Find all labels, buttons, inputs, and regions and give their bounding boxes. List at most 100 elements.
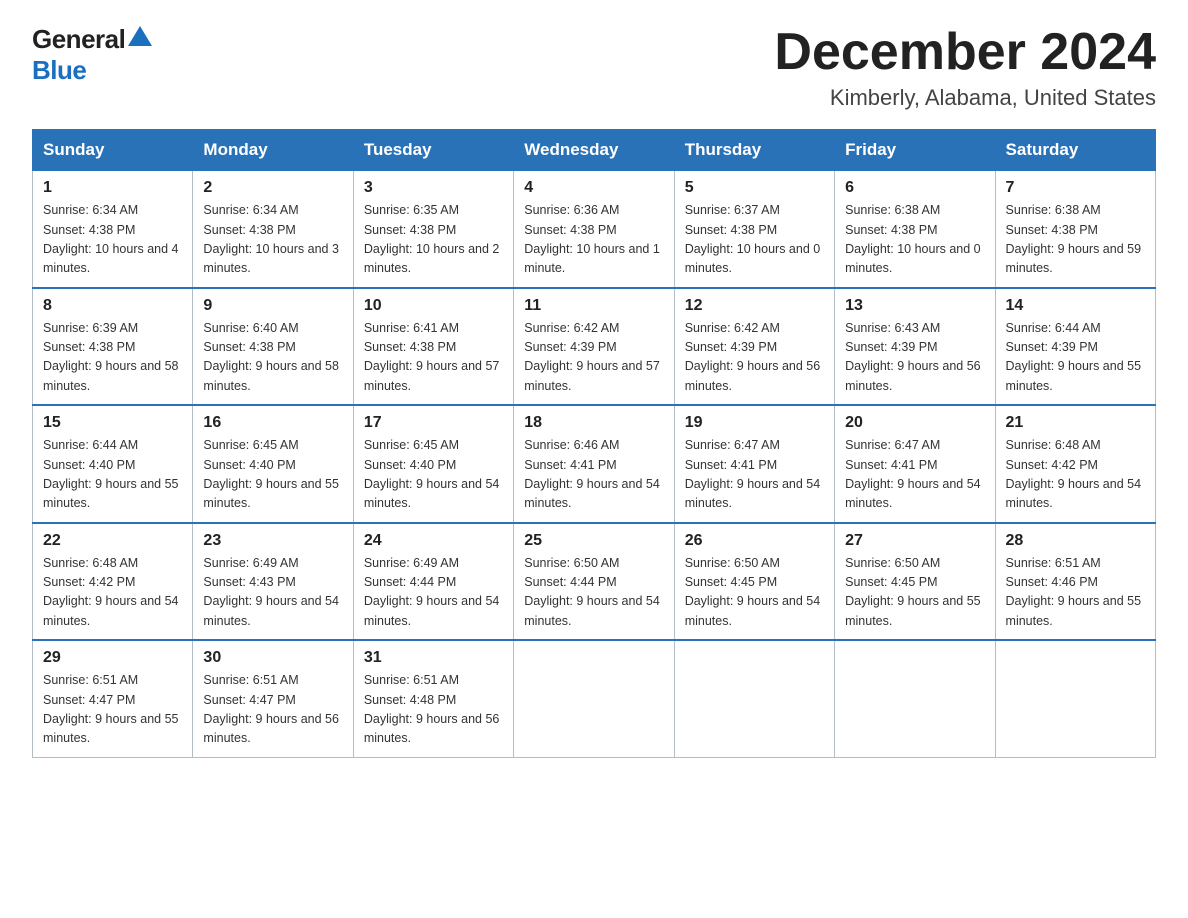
day-number: 24 [364,532,503,550]
day-number: 5 [685,179,824,197]
day-info: Sunrise: 6:38 AMSunset: 4:38 PMDaylight:… [1006,201,1145,279]
day-number: 16 [203,414,342,432]
calendar-cell: 21 Sunrise: 6:48 AMSunset: 4:42 PMDaylig… [995,405,1155,523]
day-number: 1 [43,179,182,197]
day-number: 30 [203,649,342,667]
day-info: Sunrise: 6:51 AMSunset: 4:47 PMDaylight:… [203,671,342,749]
calendar-week-row: 29 Sunrise: 6:51 AMSunset: 4:47 PMDaylig… [33,640,1156,757]
logo-triangle-icon [128,26,152,46]
day-info: Sunrise: 6:47 AMSunset: 4:41 PMDaylight:… [845,436,984,514]
calendar-cell: 29 Sunrise: 6:51 AMSunset: 4:47 PMDaylig… [33,640,193,757]
day-info: Sunrise: 6:43 AMSunset: 4:39 PMDaylight:… [845,319,984,397]
day-info: Sunrise: 6:34 AMSunset: 4:38 PMDaylight:… [203,201,342,279]
calendar-cell: 17 Sunrise: 6:45 AMSunset: 4:40 PMDaylig… [353,405,513,523]
calendar-title: December 2024 [774,24,1156,81]
day-number: 20 [845,414,984,432]
day-info: Sunrise: 6:44 AMSunset: 4:39 PMDaylight:… [1006,319,1145,397]
day-number: 14 [1006,297,1145,315]
calendar-week-row: 1 Sunrise: 6:34 AMSunset: 4:38 PMDayligh… [33,171,1156,288]
day-number: 25 [524,532,663,550]
calendar-cell: 26 Sunrise: 6:50 AMSunset: 4:45 PMDaylig… [674,523,834,641]
calendar-cell: 19 Sunrise: 6:47 AMSunset: 4:41 PMDaylig… [674,405,834,523]
day-info: Sunrise: 6:41 AMSunset: 4:38 PMDaylight:… [364,319,503,397]
weekday-header-row: SundayMondayTuesdayWednesdayThursdayFrid… [33,130,1156,171]
day-number: 19 [685,414,824,432]
day-info: Sunrise: 6:49 AMSunset: 4:43 PMDaylight:… [203,554,342,632]
day-number: 21 [1006,414,1145,432]
calendar-cell: 27 Sunrise: 6:50 AMSunset: 4:45 PMDaylig… [835,523,995,641]
calendar-cell: 23 Sunrise: 6:49 AMSunset: 4:43 PMDaylig… [193,523,353,641]
calendar-cell [514,640,674,757]
calendar-cell: 1 Sunrise: 6:34 AMSunset: 4:38 PMDayligh… [33,171,193,288]
day-number: 9 [203,297,342,315]
day-info: Sunrise: 6:48 AMSunset: 4:42 PMDaylight:… [43,554,182,632]
logo-general-text: General [32,24,125,55]
calendar-cell [835,640,995,757]
day-number: 11 [524,297,663,315]
calendar-cell: 22 Sunrise: 6:48 AMSunset: 4:42 PMDaylig… [33,523,193,641]
day-info: Sunrise: 6:42 AMSunset: 4:39 PMDaylight:… [524,319,663,397]
calendar-week-row: 15 Sunrise: 6:44 AMSunset: 4:40 PMDaylig… [33,405,1156,523]
day-number: 23 [203,532,342,550]
day-info: Sunrise: 6:46 AMSunset: 4:41 PMDaylight:… [524,436,663,514]
calendar-cell: 25 Sunrise: 6:50 AMSunset: 4:44 PMDaylig… [514,523,674,641]
calendar-subtitle: Kimberly, Alabama, United States [774,85,1156,111]
day-number: 29 [43,649,182,667]
title-area: December 2024 Kimberly, Alabama, United … [774,24,1156,111]
day-number: 8 [43,297,182,315]
day-info: Sunrise: 6:38 AMSunset: 4:38 PMDaylight:… [845,201,984,279]
calendar-cell: 9 Sunrise: 6:40 AMSunset: 4:38 PMDayligh… [193,288,353,406]
calendar-cell: 3 Sunrise: 6:35 AMSunset: 4:38 PMDayligh… [353,171,513,288]
day-info: Sunrise: 6:35 AMSunset: 4:38 PMDaylight:… [364,201,503,279]
weekday-header-sunday: Sunday [33,130,193,171]
calendar-cell [995,640,1155,757]
day-info: Sunrise: 6:48 AMSunset: 4:42 PMDaylight:… [1006,436,1145,514]
calendar-cell: 6 Sunrise: 6:38 AMSunset: 4:38 PMDayligh… [835,171,995,288]
calendar-table: SundayMondayTuesdayWednesdayThursdayFrid… [32,129,1156,758]
day-number: 31 [364,649,503,667]
day-info: Sunrise: 6:51 AMSunset: 4:47 PMDaylight:… [43,671,182,749]
calendar-cell: 14 Sunrise: 6:44 AMSunset: 4:39 PMDaylig… [995,288,1155,406]
calendar-cell: 15 Sunrise: 6:44 AMSunset: 4:40 PMDaylig… [33,405,193,523]
calendar-cell: 11 Sunrise: 6:42 AMSunset: 4:39 PMDaylig… [514,288,674,406]
day-number: 27 [845,532,984,550]
calendar-cell: 16 Sunrise: 6:45 AMSunset: 4:40 PMDaylig… [193,405,353,523]
calendar-cell: 28 Sunrise: 6:51 AMSunset: 4:46 PMDaylig… [995,523,1155,641]
day-info: Sunrise: 6:50 AMSunset: 4:45 PMDaylight:… [845,554,984,632]
calendar-cell: 31 Sunrise: 6:51 AMSunset: 4:48 PMDaylig… [353,640,513,757]
day-number: 7 [1006,179,1145,197]
day-number: 10 [364,297,503,315]
day-number: 4 [524,179,663,197]
day-info: Sunrise: 6:49 AMSunset: 4:44 PMDaylight:… [364,554,503,632]
day-number: 18 [524,414,663,432]
day-number: 2 [203,179,342,197]
calendar-cell: 7 Sunrise: 6:38 AMSunset: 4:38 PMDayligh… [995,171,1155,288]
day-info: Sunrise: 6:40 AMSunset: 4:38 PMDaylight:… [203,319,342,397]
day-info: Sunrise: 6:45 AMSunset: 4:40 PMDaylight:… [203,436,342,514]
day-number: 13 [845,297,984,315]
weekday-header-thursday: Thursday [674,130,834,171]
weekday-header-tuesday: Tuesday [353,130,513,171]
calendar-cell: 30 Sunrise: 6:51 AMSunset: 4:47 PMDaylig… [193,640,353,757]
calendar-cell [674,640,834,757]
day-number: 6 [845,179,984,197]
day-info: Sunrise: 6:50 AMSunset: 4:44 PMDaylight:… [524,554,663,632]
calendar-cell: 13 Sunrise: 6:43 AMSunset: 4:39 PMDaylig… [835,288,995,406]
day-info: Sunrise: 6:34 AMSunset: 4:38 PMDaylight:… [43,201,182,279]
calendar-cell: 24 Sunrise: 6:49 AMSunset: 4:44 PMDaylig… [353,523,513,641]
calendar-week-row: 8 Sunrise: 6:39 AMSunset: 4:38 PMDayligh… [33,288,1156,406]
weekday-header-wednesday: Wednesday [514,130,674,171]
calendar-cell: 8 Sunrise: 6:39 AMSunset: 4:38 PMDayligh… [33,288,193,406]
day-info: Sunrise: 6:51 AMSunset: 4:46 PMDaylight:… [1006,554,1145,632]
day-number: 17 [364,414,503,432]
weekday-header-friday: Friday [835,130,995,171]
weekday-header-monday: Monday [193,130,353,171]
calendar-cell: 5 Sunrise: 6:37 AMSunset: 4:38 PMDayligh… [674,171,834,288]
calendar-cell: 2 Sunrise: 6:34 AMSunset: 4:38 PMDayligh… [193,171,353,288]
calendar-cell: 4 Sunrise: 6:36 AMSunset: 4:38 PMDayligh… [514,171,674,288]
day-number: 15 [43,414,182,432]
weekday-header-saturday: Saturday [995,130,1155,171]
calendar-cell: 20 Sunrise: 6:47 AMSunset: 4:41 PMDaylig… [835,405,995,523]
logo-blue-text: Blue [32,55,86,86]
top-section: General Blue December 2024 Kimberly, Ala… [32,24,1156,111]
